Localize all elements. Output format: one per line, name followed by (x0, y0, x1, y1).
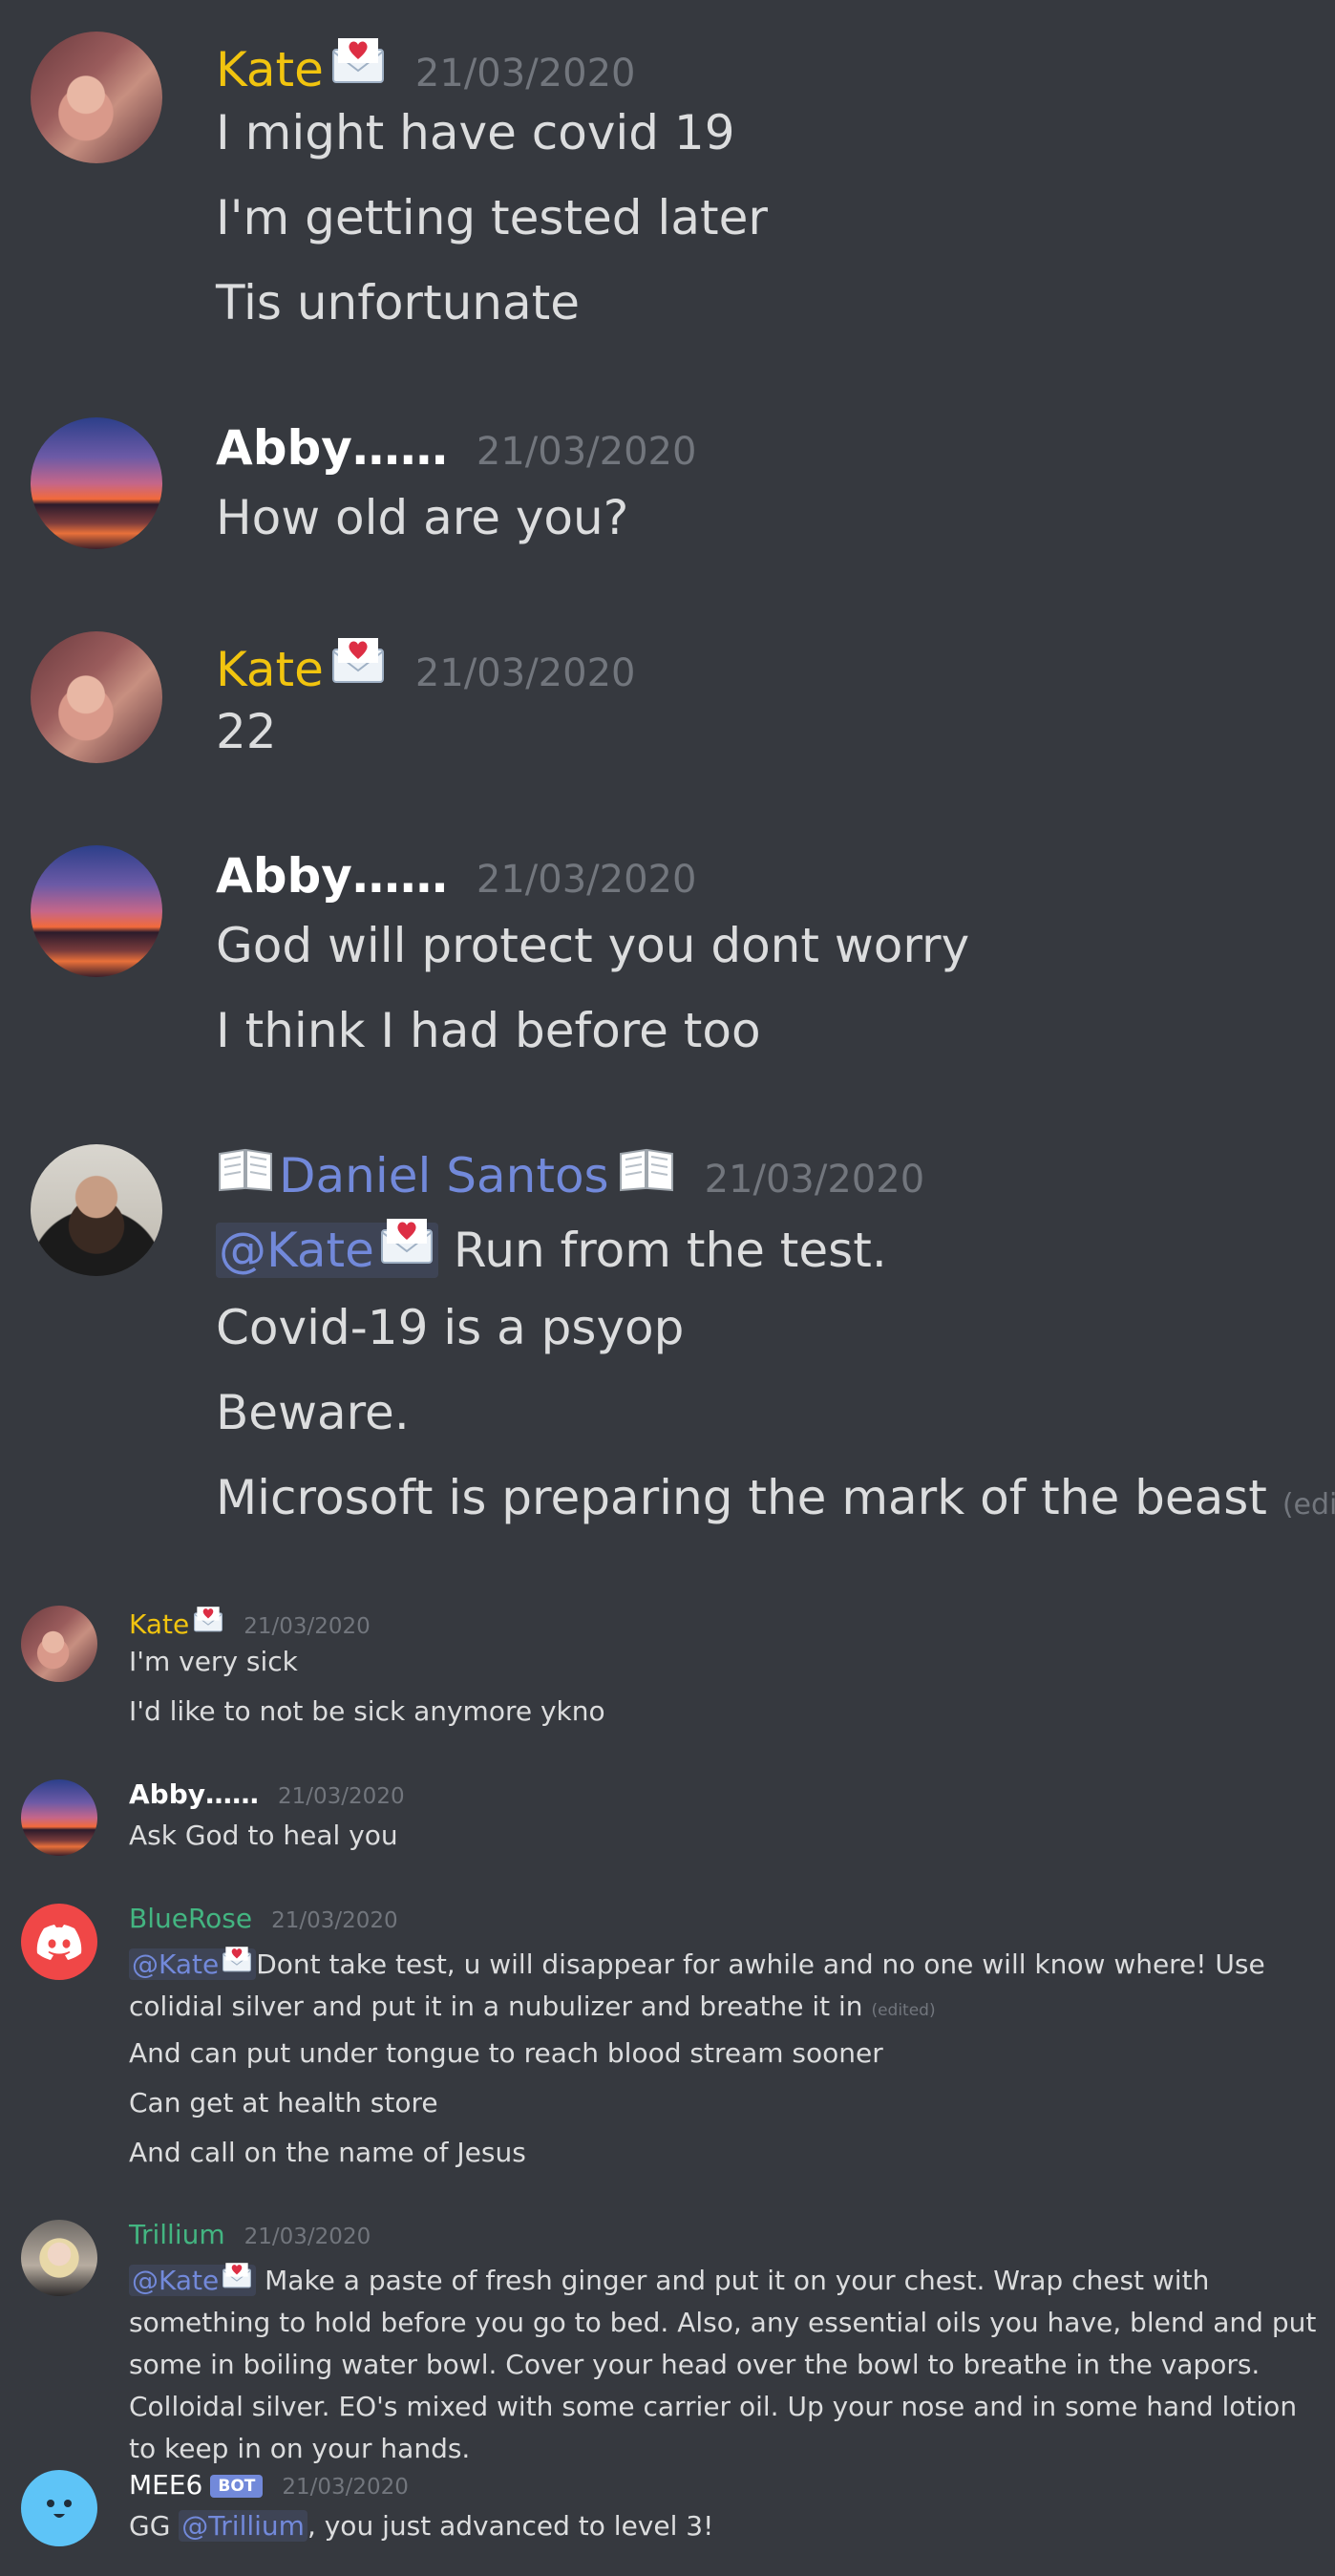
mention-kate[interactable]: @Kate (216, 1219, 438, 1278)
message-text: I think I had before too (216, 1003, 761, 1058)
username-abby[interactable]: Abby…… (216, 848, 448, 904)
open-book-icon (216, 1146, 275, 1192)
message-header: Kate 21/03/2020 (129, 1605, 371, 1640)
avatar-kate[interactable] (31, 631, 162, 763)
message-text: Covid-19 is a psyop (216, 1300, 685, 1355)
message-header: Kate 21/03/2020 (216, 634, 635, 697)
message-text: I might have covid 19 (216, 105, 735, 160)
avatar-bluerose[interactable] (21, 1904, 97, 1980)
message-header: BlueRose 21/03/2020 (129, 1903, 398, 1934)
message-text: Tis unfortunate (216, 275, 580, 330)
username-kate[interactable]: Kate (216, 642, 324, 697)
message-text: Beware. (216, 1385, 410, 1440)
message-text-body: Dont take test, u will disappear for awh… (129, 1948, 1265, 2022)
message-text: God will protect you dont worry (216, 918, 970, 973)
mention-kate[interactable]: @Kate (129, 2263, 257, 2296)
message-text: How old are you? (216, 490, 629, 545)
message-text-body: Microsoft is preparing the mark of the b… (216, 1470, 1267, 1525)
username-abby[interactable]: Abby…… (216, 420, 448, 476)
message-text: Ask God to heal you (129, 1820, 398, 1851)
love-letter-icon (378, 1215, 435, 1267)
username-trillium[interactable]: Trillium (129, 2219, 225, 2250)
timestamp: 21/03/2020 (476, 430, 697, 474)
bot-tag: BOT (210, 2475, 264, 2498)
open-book-icon (617, 1146, 676, 1192)
discord-logo-icon (36, 1925, 82, 1960)
mention-trillium[interactable]: @Trillium (179, 2510, 307, 2542)
message-text-body: Make a paste of fresh ginger and put it … (129, 2265, 1317, 2464)
message-header: Trillium 21/03/2020 (129, 2219, 371, 2250)
love-letter-icon (329, 634, 387, 686)
username-mee6[interactable]: MEE6 (129, 2469, 202, 2501)
message-text: @Kate Dont take test, u will disappear fo… (129, 1944, 1313, 2032)
message-header: Abby…… 21/03/2020 (129, 1778, 405, 1810)
username-abby[interactable]: Abby…… (129, 1778, 259, 1810)
message-text: I'd like to not be sick anymore ykno (129, 1695, 605, 1727)
username-daniel-santos[interactable]: Daniel Santos (279, 1148, 609, 1203)
message-header: Abby…… 21/03/2020 (216, 848, 696, 904)
edited-marker: (edited) (871, 2001, 936, 2020)
timestamp: 21/03/2020 (244, 2225, 371, 2249)
love-letter-icon (221, 2261, 253, 2289)
timestamp: 21/03/2020 (244, 1614, 371, 1639)
message-header: Abby…… 21/03/2020 (216, 420, 696, 476)
timestamp: 21/03/2020 (414, 52, 636, 96)
message-text: I'm very sick (129, 1646, 298, 1677)
love-letter-icon (329, 34, 387, 86)
love-letter-icon (192, 1605, 224, 1633)
message-text-prefix: GG (129, 2510, 180, 2542)
avatar-abby[interactable] (31, 417, 162, 549)
message-text: And call on the name of Jesus (129, 2137, 526, 2168)
message-text: @Kate Make a paste of fresh ginger and p… (129, 2260, 1318, 2470)
message-header: Daniel Santos 21/03/2020 (216, 1146, 924, 1203)
message-text: And can put under tongue to reach blood … (129, 2037, 883, 2069)
timestamp: 21/03/2020 (704, 1158, 925, 1202)
message-text: 22 (216, 704, 277, 759)
message-text-suffix: , you just advanced to level 3! (307, 2510, 714, 2542)
message-header: Kate 21/03/2020 (216, 34, 635, 97)
message-text: GG @Trillium, you just advanced to level… (129, 2510, 713, 2542)
mee6-face-icon (47, 2500, 72, 2518)
username-bluerose[interactable]: BlueRose (129, 1903, 252, 1934)
message-text: I'm getting tested later (216, 190, 768, 245)
username-kate[interactable]: Kate (216, 42, 324, 97)
message-header: MEE6 BOT 21/03/2020 (129, 2469, 409, 2501)
message-text-body: Run from the test. (453, 1223, 887, 1278)
edited-marker: (edited) (1282, 1488, 1335, 1522)
message-text: Can get at health store (129, 2087, 438, 2118)
timestamp: 21/03/2020 (271, 1908, 398, 1933)
timestamp: 21/03/2020 (476, 858, 697, 902)
message-text: Microsoft is preparing the mark of the b… (216, 1470, 1335, 1525)
timestamp: 21/03/2020 (278, 1784, 405, 1809)
avatar-trillium[interactable] (21, 2220, 97, 2296)
mention-kate[interactable]: @Kate (129, 1945, 257, 1980)
message-text: @Kate Run from the test. (216, 1215, 887, 1278)
timestamp: 21/03/2020 (282, 2475, 409, 2500)
avatar-kate[interactable] (21, 1606, 97, 1682)
avatar-kate[interactable] (31, 32, 162, 163)
love-letter-icon (221, 1945, 253, 1973)
avatar-abby[interactable] (21, 1779, 97, 1856)
timestamp: 21/03/2020 (414, 651, 636, 695)
avatar-abby[interactable] (31, 845, 162, 977)
avatar-mee6[interactable] (21, 2470, 97, 2546)
username-kate[interactable]: Kate (129, 1608, 189, 1640)
avatar-daniel-santos[interactable] (31, 1144, 162, 1276)
